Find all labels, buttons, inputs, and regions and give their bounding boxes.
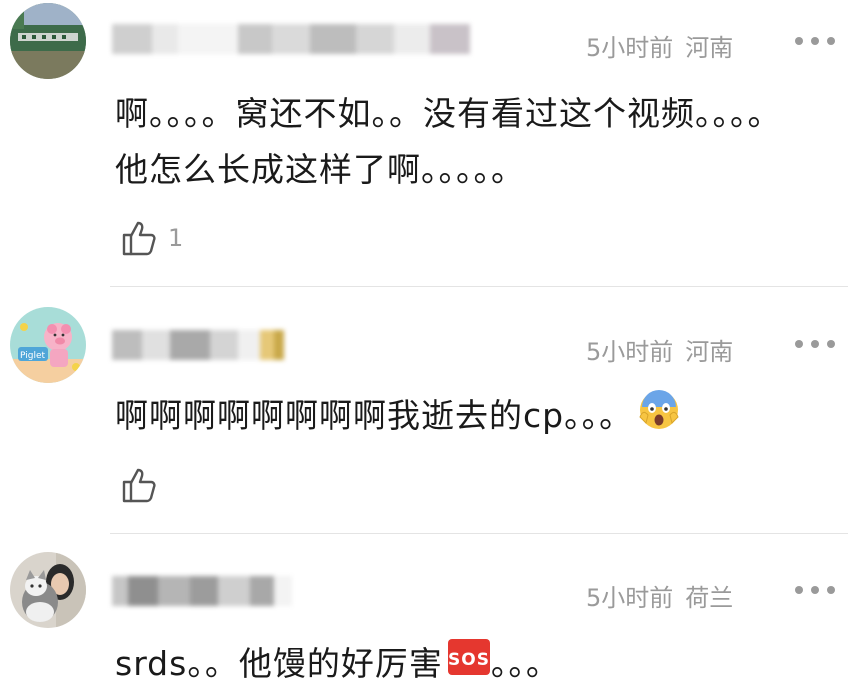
comment-time: 5小时前 xyxy=(586,584,674,612)
comment-item: 5小时前 荷兰 srds。。他馒的好厉害 SOS 。。。 xyxy=(0,534,848,697)
like-button[interactable]: 1 xyxy=(120,218,183,258)
dot-icon xyxy=(811,586,819,594)
comment-item: 5小时前 河南 啊。。。。窝还不如。。没有看过这个视频。。。。他怎么长成这样了啊。… xyxy=(0,0,848,286)
comment-time: 5小时前 xyxy=(586,34,674,62)
field-photo-avatar-icon xyxy=(10,3,86,79)
dot-icon xyxy=(795,37,803,45)
comment-text-content: 啊啊啊啊啊啊啊啊我逝去的cp。。。 xyxy=(115,396,634,435)
comment-location: 河南 xyxy=(685,338,734,366)
more-options-button[interactable] xyxy=(795,339,835,349)
comment-meta: 5小时前 河南 xyxy=(586,28,733,63)
dot-icon xyxy=(795,340,803,348)
dot-icon xyxy=(827,37,835,45)
dot-icon xyxy=(827,586,835,594)
username-redacted[interactable] xyxy=(112,24,470,54)
comment-meta: 5小时前 河南 xyxy=(586,332,733,367)
svg-text:Piglet: Piglet xyxy=(20,351,45,361)
face-screaming-in-fear-emoji-icon xyxy=(637,387,681,448)
avatar[interactable] xyxy=(10,3,86,79)
comment-text-content: srds。。他馒的好厉害 xyxy=(115,644,443,683)
thumbs-up-icon xyxy=(122,468,156,503)
username-redacted[interactable] xyxy=(112,576,292,606)
more-options-button[interactable] xyxy=(795,36,835,46)
comment-item: Piglet 5小时前 河南 啊啊啊啊啊啊啊啊我逝去的cp。。。 xyxy=(0,287,848,533)
avatar[interactable] xyxy=(10,552,86,628)
comment-meta: 5小时前 荷兰 xyxy=(586,578,733,613)
comment-feed: 5小时前 河南 啊。。。。窝还不如。。没有看过这个视频。。。。他怎么长成这样了啊。… xyxy=(0,0,848,697)
avatar[interactable]: Piglet xyxy=(10,307,86,383)
dot-icon xyxy=(827,340,835,348)
like-button[interactable] xyxy=(120,465,168,505)
person-with-cat-avatar-icon xyxy=(10,552,86,628)
thumbs-up-icon xyxy=(122,221,156,256)
cartoon-pig-avatar-icon: Piglet xyxy=(10,307,86,383)
svg-text:SOS: SOS xyxy=(448,650,490,670)
sos-button-emoji-icon: SOS xyxy=(447,637,491,694)
like-count: 1 xyxy=(168,224,184,252)
comment-time: 5小时前 xyxy=(586,338,674,366)
comment-text: 啊。。。。窝还不如。。没有看过这个视频。。。。他怎么长成这样了啊。。。。。 xyxy=(115,94,782,189)
comment-text-tail: 。。。 xyxy=(490,644,560,683)
more-options-button[interactable] xyxy=(795,585,835,595)
username-redacted[interactable] xyxy=(112,330,284,360)
dot-icon xyxy=(811,37,819,45)
comment-location: 荷兰 xyxy=(685,584,734,612)
comment-text: srds。。他馒的好厉害 SOS 。。。 xyxy=(115,636,815,694)
comment-text: 啊啊啊啊啊啊啊啊我逝去的cp。。。 xyxy=(115,387,815,448)
comment-location: 河南 xyxy=(685,34,734,62)
dot-icon xyxy=(811,340,819,348)
dot-icon xyxy=(795,586,803,594)
